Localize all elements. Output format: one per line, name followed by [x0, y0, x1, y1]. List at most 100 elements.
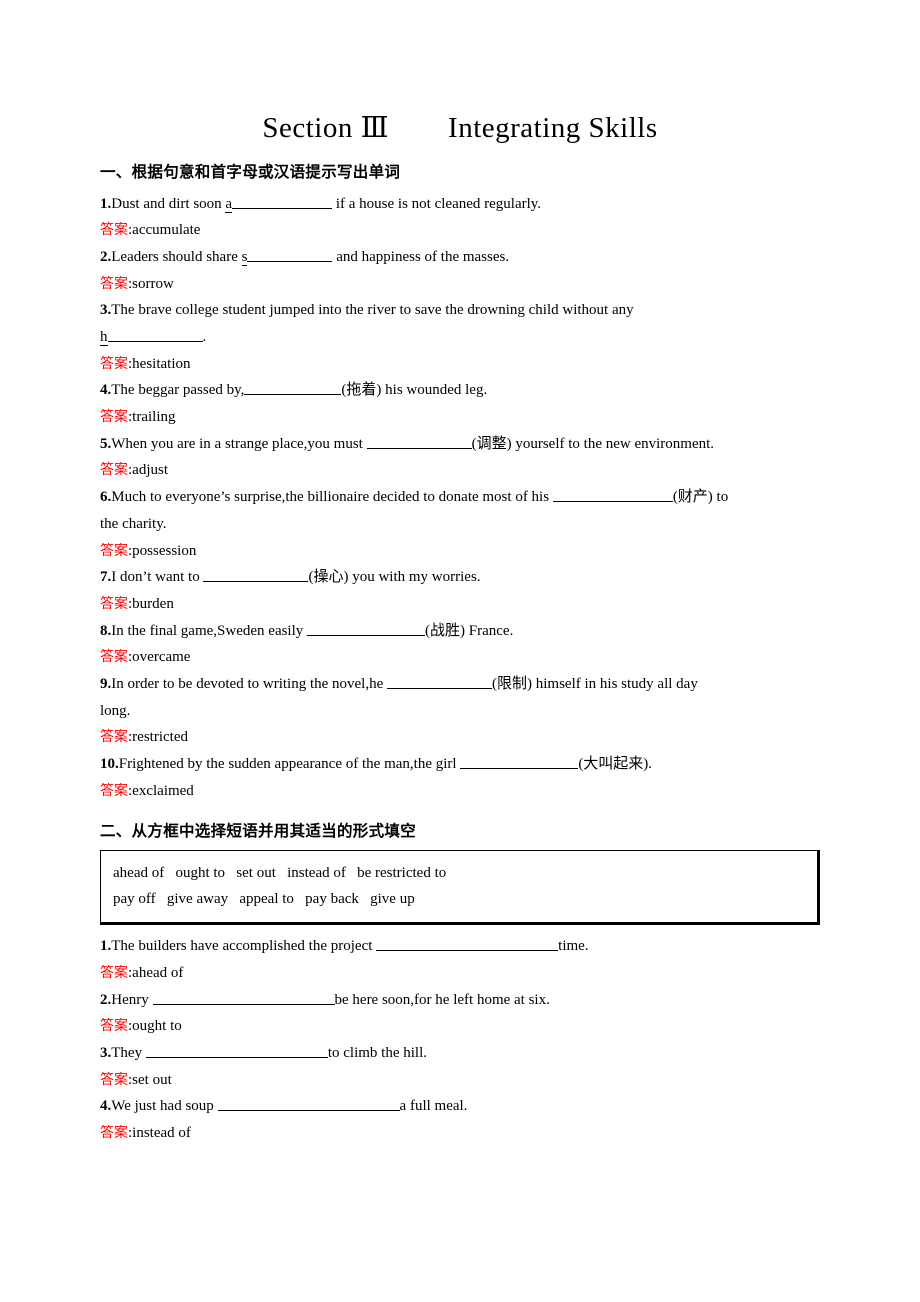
answer-line: 答案:trailing: [100, 404, 820, 431]
answer-value: adjust: [132, 462, 169, 479]
answer-line: 答案:ahead of: [100, 960, 820, 987]
question-number: 5.: [100, 435, 112, 452]
answer-value: exclaimed: [132, 782, 194, 799]
answer-label: 答案: [100, 595, 128, 612]
answer-label: 答案: [100, 782, 128, 799]
section-two-items: 1.The builders have accomplished the pro…: [100, 933, 820, 1147]
answer-label: 答案: [100, 409, 128, 426]
answer-blank[interactable]: [552, 486, 673, 503]
answer-label: 答案: [100, 1071, 128, 1088]
answer-blank[interactable]: [217, 1095, 400, 1112]
answer-line: 答案:overcame: [100, 644, 820, 671]
answer-blank[interactable]: [366, 433, 472, 449]
answer-blank[interactable]: [107, 326, 203, 343]
question-number: 1.: [100, 938, 112, 955]
blank-seed-letter: h: [100, 329, 108, 347]
question-text-tail: time.: [558, 938, 589, 955]
answer-label: 答案: [100, 649, 128, 666]
question-text-tail: if a house is not cleaned regularly.: [332, 195, 542, 212]
question-text: Much to everyone’s surprise,the billiona…: [111, 489, 553, 506]
question-item: 1.Dust and dirt soon a if a house is not…: [100, 191, 820, 218]
question-continuation: h.: [100, 324, 820, 351]
answer-blank[interactable]: [460, 753, 579, 770]
answer-line: 答案:set out: [100, 1067, 820, 1094]
question-number: 4.: [100, 1098, 112, 1115]
answer-value: trailing: [132, 409, 176, 426]
answer-value: hesitation: [132, 355, 191, 372]
answer-value: accumulate: [132, 222, 201, 239]
answer-line: 答案:instead of: [100, 1120, 820, 1147]
question-number: 6.: [100, 489, 112, 506]
question-text-tail: .: [202, 329, 207, 346]
question-number: 8.: [100, 622, 112, 639]
question-text: Henry: [111, 991, 153, 1008]
answer-label: 答案: [100, 964, 128, 981]
question-item: 4.The beggar passed by, (拖着) his wounded …: [100, 377, 820, 404]
question-text-tail: a full meal.: [399, 1098, 468, 1115]
word-bank-row: ahead of ought to set out instead of be …: [113, 864, 447, 881]
word-bank-row: pay off give away appeal to pay back giv…: [113, 890, 415, 907]
question-item: 9.In order to be devoted to writing the …: [100, 671, 820, 698]
answer-blank[interactable]: [307, 620, 426, 636]
answer-label: 答案: [100, 1124, 128, 1141]
answer-value: overcame: [132, 649, 191, 666]
question-text: The brave college student jumped into th…: [111, 302, 634, 319]
question-item: 10.Frightened by the sudden appearance o…: [100, 751, 820, 778]
question-text: They: [111, 1044, 146, 1061]
question-text-tail: and happiness of the masses.: [332, 248, 510, 265]
question-item: 5.When you are in a strange place,you mu…: [100, 431, 820, 458]
answer-line: 答案:restricted: [100, 724, 820, 751]
answer-blank[interactable]: [376, 935, 559, 952]
question-item: 2.Leaders should share s and happiness o…: [100, 244, 820, 271]
answer-value: burden: [132, 595, 174, 612]
answer-value: ahead of: [132, 964, 184, 981]
question-number: 10.: [100, 756, 119, 773]
question-item: 3.The brave college student jumped into …: [100, 297, 820, 324]
answer-blank[interactable]: [232, 193, 333, 209]
answer-line: 答案:exclaimed: [100, 778, 820, 805]
question-text-tail: (大叫起来).: [578, 756, 653, 773]
answer-label: 答案: [100, 222, 128, 239]
question-continuation: the charity.: [100, 515, 167, 532]
question-number: 2.: [100, 248, 112, 265]
question-text: I don’t want to: [111, 569, 204, 586]
answer-blank[interactable]: [244, 379, 342, 396]
question-number: 1.: [100, 195, 112, 212]
answer-line: 答案:adjust: [100, 457, 820, 484]
question-text: In the final game,Sweden easily: [111, 622, 308, 639]
section-one-heading: 一、根据句意和首字母或汉语提示写出单词: [100, 163, 401, 182]
answer-blank[interactable]: [152, 989, 335, 1005]
question-text-tail: (拖着) his wounded leg.: [341, 382, 488, 399]
question-number: 2.: [100, 991, 112, 1008]
question-number: 4.: [100, 382, 112, 399]
question-item: 8.In the final game,Sweden easily (战胜) F…: [100, 618, 820, 645]
answer-blank[interactable]: [203, 566, 309, 583]
answer-value: sorrow: [132, 275, 174, 292]
section-one-items: 1.Dust and dirt soon a if a house is not…: [100, 191, 820, 805]
answer-value: ought to: [132, 1018, 182, 1035]
answer-line: 答案:possession: [100, 538, 820, 565]
question-number: 3.: [100, 302, 112, 319]
answer-label: 答案: [100, 275, 128, 292]
question-text-tail: (限制) himself in his study all day: [492, 675, 698, 692]
question-item: 6.Much to everyone’s surprise,the billio…: [100, 484, 820, 511]
question-text-tail: (财产) to: [672, 489, 729, 506]
answer-label: 答案: [100, 729, 128, 746]
question-number: 9.: [100, 675, 112, 692]
answer-value: restricted: [132, 729, 188, 746]
question-text: The beggar passed by,: [111, 382, 245, 399]
section-two-heading: 二、从方框中选择短语并用其适当的形式填空: [100, 822, 417, 841]
answer-blank[interactable]: [247, 246, 333, 262]
question-text: The builders have accomplished the proje…: [111, 938, 377, 955]
question-text: Leaders should share: [111, 248, 242, 265]
question-item: 1.The builders have accomplished the pro…: [100, 933, 820, 960]
question-number: 3.: [100, 1044, 112, 1061]
question-text-tail: to climb the hill.: [327, 1044, 427, 1061]
question-text: Frightened by the sudden appearance of t…: [118, 756, 461, 773]
blank-seed-letter: a: [225, 195, 233, 213]
answer-blank[interactable]: [387, 673, 493, 689]
question-item: 4.We just had soup a full meal.: [100, 1093, 820, 1120]
answer-line: 答案:sorrow: [100, 271, 820, 298]
answer-value: possession: [132, 542, 197, 559]
answer-blank[interactable]: [145, 1042, 328, 1058]
